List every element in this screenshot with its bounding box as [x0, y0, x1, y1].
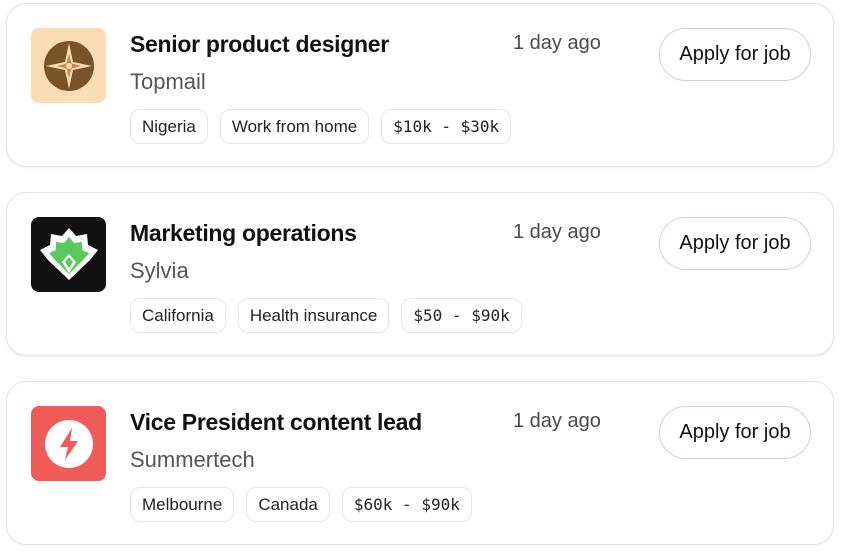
apply-for-job-button[interactable]: Apply for job [659, 28, 811, 81]
company-logo [31, 406, 106, 481]
company-name: Summertech [130, 447, 255, 472]
company-name: Topmail [130, 69, 206, 94]
company-logo [31, 28, 106, 103]
benefit-tag: Health insurance [237, 298, 390, 333]
apply-for-job-button[interactable]: Apply for job [659, 217, 811, 270]
job-card: Vice President content lead Summertech 1… [6, 381, 834, 545]
job-title: Marketing operations [130, 220, 357, 246]
leaf-emblem-icon [38, 224, 100, 286]
salary-tag: $10k - $30k [381, 109, 512, 144]
posted-time: 1 day ago [513, 221, 601, 243]
company-name: Sylvia [130, 258, 189, 283]
location-tag: California [130, 298, 226, 333]
location-tag: Nigeria [130, 109, 208, 144]
job-title: Vice President content lead [130, 409, 422, 435]
apply-for-job-button[interactable]: Apply for job [659, 406, 811, 459]
lightning-bolt-icon [43, 418, 95, 470]
job-tags: Melbourne Canada $60k - $90k [130, 487, 472, 522]
work-type-tag: Work from home [219, 109, 370, 144]
salary-tag: $60k - $90k [341, 487, 472, 522]
job-tags: Nigeria Work from home $10k - $30k [130, 109, 512, 144]
company-logo [31, 217, 106, 292]
salary-tag: $50 - $90k [401, 298, 522, 333]
job-card: Marketing operations Sylvia 1 day ago Ap… [6, 192, 834, 356]
compass-star-icon [42, 39, 96, 93]
location-tag: Melbourne [130, 487, 235, 522]
posted-time: 1 day ago [513, 410, 601, 432]
job-card: Senior product designer Topmail 1 day ag… [6, 3, 834, 167]
country-tag: Canada [246, 487, 330, 522]
posted-time: 1 day ago [513, 32, 601, 54]
job-title: Senior product designer [130, 31, 389, 57]
job-tags: California Health insurance $50 - $90k [130, 298, 522, 333]
